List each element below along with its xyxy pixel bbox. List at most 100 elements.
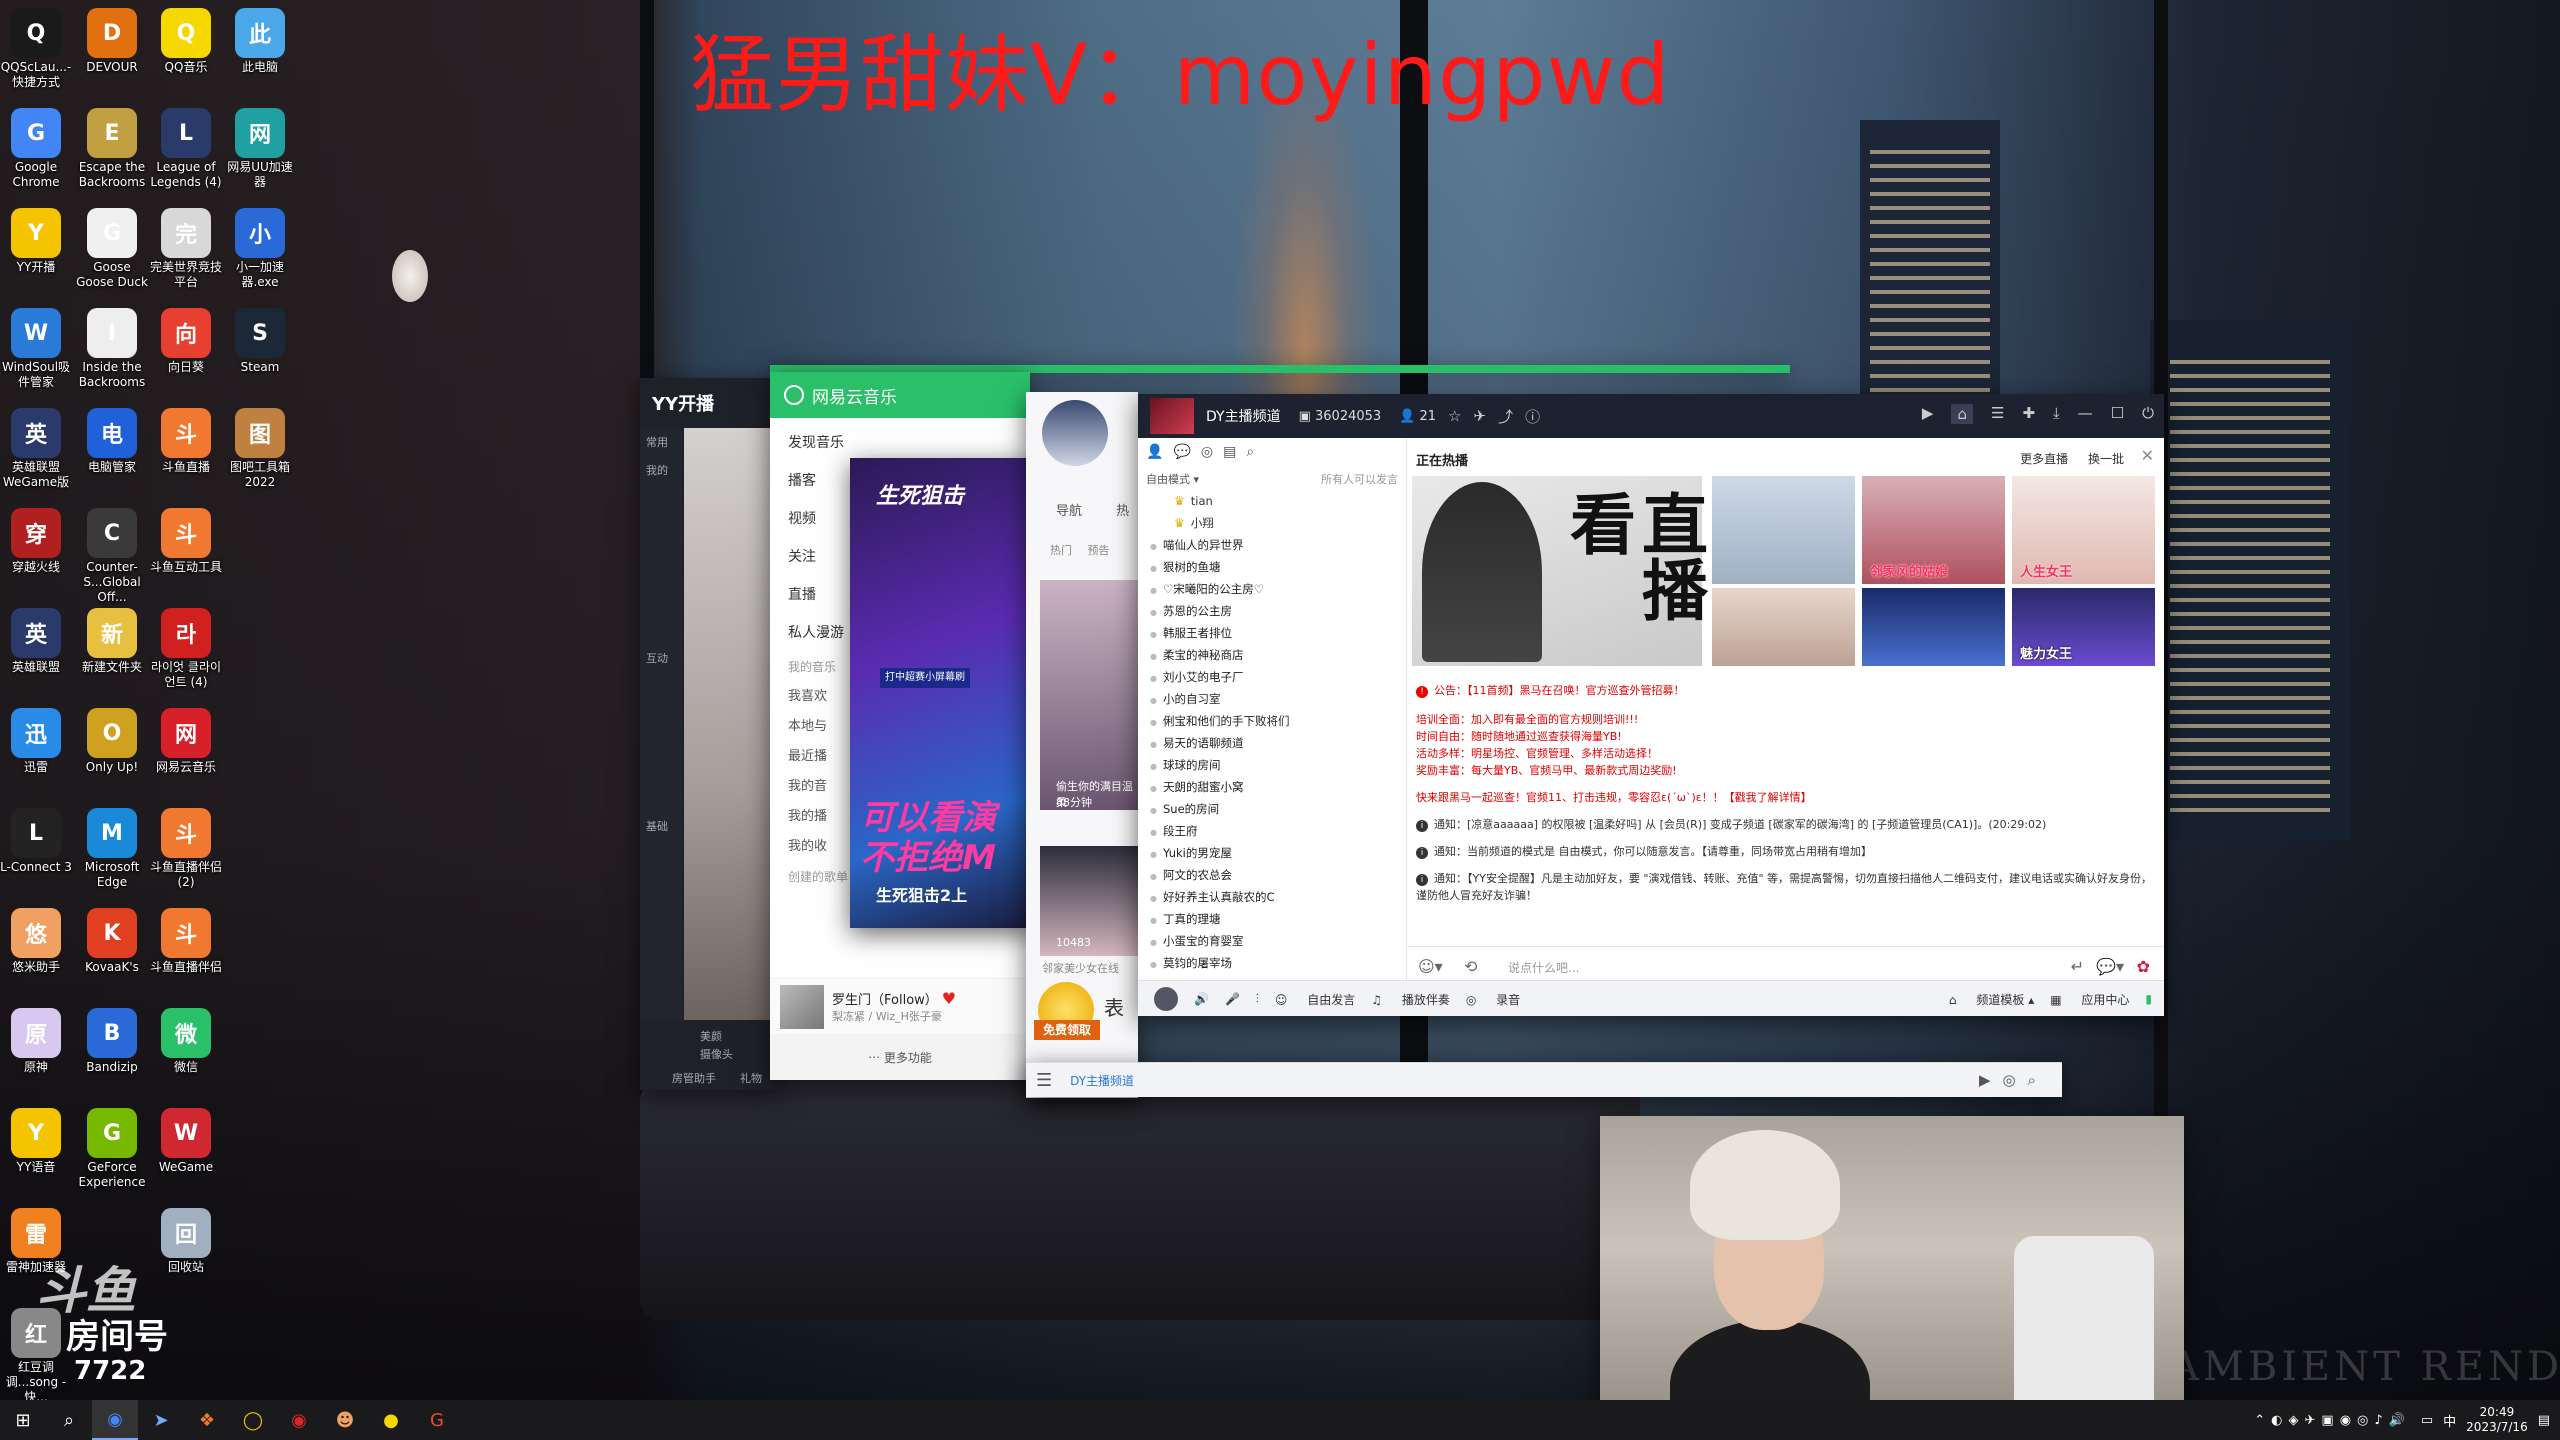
stream-thumbnail[interactable]: 10483 bbox=[1040, 846, 1138, 956]
play-music-button[interactable]: ♫ 播放伴奏 bbox=[1371, 991, 1450, 1008]
channel-item[interactable]: 球球的房间 bbox=[1138, 754, 1406, 776]
game-ad-popup[interactable]: 生死狙击 打中超赛小屏幕刷 可以看演 不拒绝M 生死狙击2上 bbox=[850, 458, 1035, 928]
desktop-icon[interactable]: 网网易云音乐 bbox=[148, 700, 224, 796]
strip-icons[interactable]: ▶◎⌕ bbox=[1979, 1071, 2048, 1089]
search-icon[interactable]: ⌕ bbox=[46, 1400, 92, 1440]
chat-input[interactable]: 说点什么吧... bbox=[1508, 959, 1579, 976]
mixer-icon[interactable]: ⫶ bbox=[1256, 992, 1259, 1007]
youmi-icon[interactable]: ☻ bbox=[322, 1400, 368, 1440]
yy-channel-window[interactable]: DY主播频道 ▣ 36024053 👤 21 ☆ ✈ ⤴ ⓘ ▶ ⌂ ☰ ✚ ⤓… bbox=[1138, 394, 2164, 1016]
desktop-icon[interactable]: 英英雄联盟 bbox=[0, 600, 74, 696]
desktop-icon[interactable]: 原原神 bbox=[0, 1000, 74, 1096]
nav-item[interactable]: 基础 bbox=[640, 812, 682, 840]
desktop-icon[interactable]: 向向日葵 bbox=[148, 300, 224, 396]
emoji-icon[interactable]: ☺▾ bbox=[1418, 957, 1443, 976]
desktop-icon[interactable]: 悠悠米助手 bbox=[0, 900, 74, 996]
desktop-icon[interactable]: L L-Connect 3 bbox=[0, 800, 74, 896]
start-icon[interactable]: ⊞ bbox=[0, 1400, 46, 1440]
stream-thumbnail[interactable]: 偷生你的满目温柔 88分钟 bbox=[1040, 580, 1138, 810]
channel-item[interactable]: 段王府 bbox=[1138, 820, 1406, 842]
nav-item[interactable]: 我的 bbox=[640, 456, 682, 484]
footer-link[interactable]: 房管助手 bbox=[672, 1070, 716, 1086]
free-speak-button[interactable]: ☺ 自由发言 bbox=[1275, 991, 1355, 1008]
template-button[interactable]: ⌂ 频道模板 ▴ bbox=[1949, 991, 2034, 1008]
channel-link[interactable]: DY主播频道 bbox=[1070, 1072, 1134, 1089]
network-icon[interactable]: ▭ bbox=[2421, 1413, 2433, 1428]
desktop-icon[interactable]: 라 라이엇 클라이언트 (4) bbox=[148, 600, 224, 696]
channel-item[interactable]: ♡宋曦阳的公主房♡ bbox=[1138, 578, 1406, 600]
desktop-icon[interactable]: 完完美世界竞技平台 bbox=[148, 200, 224, 296]
channel-avatar[interactable] bbox=[1150, 398, 1194, 434]
live-banner[interactable]: 直播看 bbox=[1412, 476, 1709, 666]
search-icon[interactable]: ⌕ bbox=[1246, 444, 1254, 470]
mode-select[interactable]: 自由模式 ▾ bbox=[1146, 470, 1199, 490]
channel-item[interactable]: 柔宝的神秘商店 bbox=[1138, 644, 1406, 666]
beauty-label[interactable]: 美颜 bbox=[700, 1028, 722, 1044]
desktop-icon[interactable]: B Bandizip bbox=[74, 1000, 150, 1096]
avatar[interactable] bbox=[1042, 400, 1108, 466]
clock[interactable]: 20:49 2023/7/16 bbox=[2466, 1405, 2528, 1435]
sidebar-item-discover[interactable]: 发现音乐 bbox=[788, 424, 1030, 462]
avatar[interactable] bbox=[1154, 987, 1178, 1011]
record-button[interactable]: ◎ 录音 bbox=[1466, 991, 1520, 1008]
channel-status-strip[interactable]: ☰ DY主播频道 ▶◎⌕ bbox=[1026, 1062, 2062, 1097]
desktop-icon[interactable]: 此此电脑 bbox=[222, 0, 298, 96]
desktop-icon[interactable]: 迅迅雷 bbox=[0, 700, 74, 796]
netease-icon[interactable]: ◉ bbox=[276, 1400, 322, 1440]
desktop-icon[interactable]: K KovaaK's bbox=[74, 900, 150, 996]
volume-icon[interactable]: 🔊 bbox=[1194, 992, 1209, 1006]
channel-item[interactable]: 易天的语聊频道 bbox=[1138, 732, 1406, 754]
desktop-icon[interactable]: 斗斗鱼直播 bbox=[148, 400, 224, 496]
camera-label[interactable]: 摄像头 bbox=[700, 1046, 733, 1062]
plane-icon[interactable]: ✈ bbox=[1474, 407, 1487, 425]
chrome-icon[interactable]: ◉ bbox=[92, 1400, 138, 1440]
xunlei-icon[interactable]: ➤ bbox=[138, 1400, 184, 1440]
footer-link[interactable]: 礼物 bbox=[740, 1070, 762, 1086]
more-live-link[interactable]: 更多直播 bbox=[2020, 452, 2068, 466]
channel-item[interactable]: 俐宝和他们的手下败将们 bbox=[1138, 710, 1406, 732]
member-item[interactable]: 小翔 bbox=[1138, 512, 1406, 534]
minimize-icon[interactable]: — bbox=[2078, 404, 2093, 424]
info-icon[interactable]: ⓘ bbox=[1525, 406, 1540, 427]
chat-icon[interactable]: 💬 bbox=[1173, 444, 1190, 470]
tab-hot[interactable]: 热 bbox=[1116, 504, 1129, 519]
channel-item[interactable]: 天朗的甜蜜小窝 bbox=[1138, 776, 1406, 798]
desktop-icon[interactable]: W WeGame bbox=[148, 1100, 224, 1196]
menu-icon[interactable]: ☰ bbox=[1036, 1070, 1052, 1091]
share-icon[interactable]: ⤴ bbox=[1498, 406, 1513, 427]
maximize-icon[interactable]: ☐ bbox=[2111, 404, 2124, 424]
translate-icon[interactable]: ⟲ bbox=[1464, 957, 1477, 976]
yy-live-window[interactable]: YY开播 常用 我的 互动 基础 美颜 摄像头 房管助手 礼物 bbox=[640, 378, 780, 1090]
desktop-icon[interactable]: 网网易UU加速器 bbox=[222, 100, 298, 196]
channel-item[interactable]: 丁真的理塘 bbox=[1138, 908, 1406, 930]
channel-item[interactable]: 刘小艾的电子厂 bbox=[1138, 666, 1406, 688]
bubble-icon[interactable]: 💬▾ bbox=[2096, 957, 2124, 976]
desktop-icon[interactable]: 图图吧工具箱2022 bbox=[222, 400, 298, 496]
desktop-icon[interactable]: O Only Up! bbox=[74, 700, 150, 796]
member-item[interactable]: tian bbox=[1138, 490, 1406, 512]
location-icon[interactable]: ◎ bbox=[1201, 444, 1213, 470]
nav-item[interactable]: 常用 bbox=[640, 428, 682, 456]
desktop-icon[interactable]: D DEVOUR bbox=[74, 0, 150, 96]
desktop-icon[interactable]: 电电脑管家 bbox=[74, 400, 150, 496]
stream-tile[interactable] bbox=[1712, 476, 1855, 584]
album-cover[interactable] bbox=[780, 984, 824, 1029]
qqmusic-icon[interactable]: ● bbox=[368, 1400, 414, 1440]
app-center-button[interactable]: ▦ 应用中心 bbox=[2050, 991, 2129, 1008]
video-icon[interactable]: ▶ bbox=[1922, 404, 1934, 424]
subtab-preview[interactable]: 预告 bbox=[1088, 544, 1110, 557]
channel-item[interactable]: 小蛋宝的育婴室 bbox=[1138, 930, 1406, 952]
nav-item[interactable]: 互动 bbox=[640, 644, 682, 672]
desktop-icon[interactable]: 斗斗鱼互动工具 bbox=[148, 500, 224, 596]
channel-item[interactable]: 小的自习室 bbox=[1138, 688, 1406, 710]
yy-home-window[interactable]: 导航 热 热门 预告 偷生你的满目温柔 88分钟 10483 邻家美少女在线 免… bbox=[1026, 392, 1138, 1098]
list-icon[interactable]: ☰ bbox=[1991, 404, 2004, 424]
refresh-link[interactable]: 换一批 bbox=[2088, 452, 2124, 466]
desktop-icon[interactable]: M Microsoft Edge bbox=[74, 800, 150, 896]
tray-icons[interactable]: ⌃◐◈✈▣◉◎♪🔊 bbox=[2254, 1413, 2411, 1428]
stream-tile[interactable]: 人生女王 bbox=[2012, 476, 2155, 584]
free-claim-button[interactable]: 免费领取 bbox=[1034, 1020, 1100, 1040]
desktop-icon[interactable]: 英英雄联盟WeGame版 bbox=[0, 400, 74, 496]
tab-nav[interactable]: 导航 bbox=[1056, 504, 1082, 519]
stream-tile[interactable] bbox=[1862, 588, 2005, 666]
